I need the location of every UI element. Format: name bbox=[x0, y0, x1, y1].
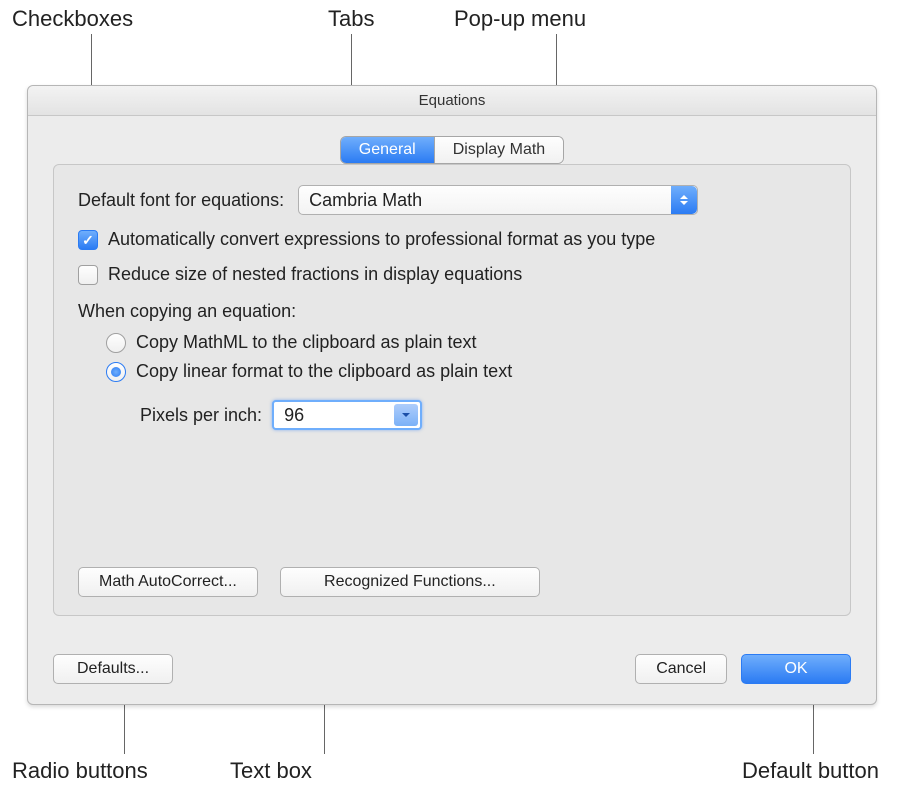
tab-display-math[interactable]: Display Math bbox=[434, 137, 563, 163]
ppi-value: 96 bbox=[274, 405, 314, 426]
callout-radio: Radio buttons bbox=[12, 758, 148, 784]
callout-checkboxes: Checkboxes bbox=[12, 6, 133, 32]
copy-linear-radio[interactable] bbox=[106, 362, 126, 382]
callout-tabs: Tabs bbox=[328, 6, 374, 32]
callout-default-button: Default button bbox=[742, 758, 879, 784]
radio-dot-icon bbox=[111, 367, 121, 377]
ppi-row: Pixels per inch: 96 bbox=[140, 400, 826, 430]
ppi-combo[interactable]: 96 bbox=[272, 400, 422, 430]
reduce-nested-row: Reduce size of nested fractions in displ… bbox=[78, 264, 826, 285]
segmented-control: General Display Math bbox=[340, 136, 564, 164]
copy-linear-label: Copy linear format to the clipboard as p… bbox=[136, 361, 512, 382]
window-title: Equations bbox=[28, 86, 876, 116]
reduce-nested-checkbox[interactable] bbox=[78, 265, 98, 285]
auto-convert-label: Automatically convert expressions to pro… bbox=[108, 229, 655, 250]
general-panel: Default font for equations: Cambria Math… bbox=[53, 164, 851, 616]
recognized-functions-button[interactable]: Recognized Functions... bbox=[280, 567, 540, 597]
default-font-popup[interactable]: Cambria Math bbox=[298, 185, 698, 215]
auto-convert-row: ✓ Automatically convert expressions to p… bbox=[78, 229, 826, 250]
reduce-nested-label: Reduce size of nested fractions in displ… bbox=[108, 264, 522, 285]
copy-mathml-label: Copy MathML to the clipboard as plain te… bbox=[136, 332, 477, 353]
equations-dialog: Equations General Display Math Default f… bbox=[27, 85, 877, 705]
footer-right: Cancel OK bbox=[635, 654, 851, 684]
cancel-button[interactable]: Cancel bbox=[635, 654, 727, 684]
ppi-label: Pixels per inch: bbox=[140, 405, 262, 426]
callout-popup: Pop-up menu bbox=[454, 6, 586, 32]
math-autocorrect-button[interactable]: Math AutoCorrect... bbox=[78, 567, 258, 597]
panel-buttons: Math AutoCorrect... Recognized Functions… bbox=[78, 567, 826, 597]
combo-drop-icon bbox=[394, 404, 418, 426]
default-font-value: Cambria Math bbox=[309, 190, 422, 211]
tab-general[interactable]: General bbox=[341, 137, 434, 163]
default-font-row: Default font for equations: Cambria Math bbox=[78, 185, 826, 215]
default-font-label: Default font for equations: bbox=[78, 190, 284, 211]
checkmark-icon: ✓ bbox=[82, 233, 94, 247]
copy-section-label: When copying an equation: bbox=[78, 301, 826, 322]
auto-convert-checkbox[interactable]: ✓ bbox=[78, 230, 98, 250]
copy-mathml-row: Copy MathML to the clipboard as plain te… bbox=[106, 332, 826, 353]
callout-textbox: Text box bbox=[230, 758, 312, 784]
copy-mathml-radio[interactable] bbox=[106, 333, 126, 353]
tab-bar: General Display Math bbox=[28, 136, 876, 164]
defaults-button[interactable]: Defaults... bbox=[53, 654, 173, 684]
ok-button[interactable]: OK bbox=[741, 654, 851, 684]
copy-linear-row: Copy linear format to the clipboard as p… bbox=[106, 361, 826, 382]
dialog-footer: Defaults... Cancel OK bbox=[53, 654, 851, 684]
popup-arrows-icon bbox=[671, 186, 697, 214]
